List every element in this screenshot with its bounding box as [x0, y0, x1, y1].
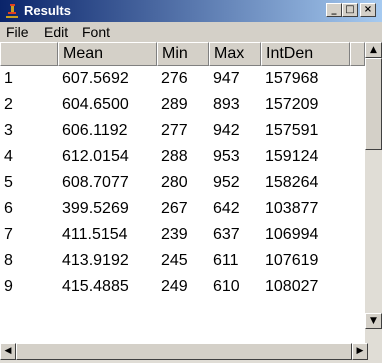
menu-file[interactable]: File — [6, 24, 29, 40]
maximize-button[interactable]: □ — [342, 3, 358, 17]
row-number: 8 — [4, 252, 13, 269]
cell-mean: 604.6500 — [62, 96, 129, 113]
minimize-icon: _ — [331, 4, 337, 15]
cell-mean: 415.4885 — [62, 278, 129, 295]
horizontal-scrollbar[interactable]: ◀ ▶ — [0, 343, 382, 363]
row-number: 6 — [4, 200, 13, 217]
scroll-up-button[interactable]: ▲ — [365, 42, 382, 58]
close-icon: × — [363, 4, 373, 15]
cell-mean: 411.5154 — [62, 226, 128, 243]
cell-intden: 158264 — [265, 174, 319, 191]
cell-intden: 157968 — [265, 70, 319, 87]
cell-mean: 607.5692 — [62, 70, 129, 87]
menu-bar: File Edit Font — [0, 22, 382, 42]
cell-mean: 612.0154 — [62, 148, 129, 165]
header-mean[interactable]: Mean — [58, 42, 157, 66]
table-row[interactable]: 2 604.6500 289 893 157209 — [0, 92, 365, 118]
row-number: 3 — [4, 122, 13, 139]
header-max[interactable]: Max — [209, 42, 261, 66]
header-row-number[interactable] — [0, 42, 58, 66]
vertical-scroll-thumb[interactable] — [365, 58, 382, 150]
cell-max: 642 — [213, 200, 240, 217]
header-filler — [350, 42, 365, 66]
scroll-right-button[interactable]: ▶ — [352, 343, 368, 360]
table-row[interactable]: 1 607.5692 276 947 157968 — [0, 66, 365, 92]
cell-max: 952 — [213, 174, 240, 191]
cell-min: 288 — [161, 148, 188, 165]
menu-font[interactable]: Font — [82, 24, 110, 40]
cell-mean: 399.5269 — [62, 200, 129, 217]
table-row[interactable]: 4 612.0154 288 953 159124 — [0, 144, 365, 170]
arrow-up-icon: ▲ — [370, 45, 377, 55]
cell-max: 893 — [213, 96, 240, 113]
cell-intden: 103877 — [265, 200, 319, 217]
minimize-button[interactable]: _ — [326, 3, 342, 17]
arrow-right-icon: ▶ — [356, 346, 364, 356]
cell-min: 289 — [161, 96, 188, 113]
cell-intden: 157591 — [265, 122, 319, 139]
cell-intden: 159124 — [265, 148, 319, 165]
cell-intden: 106994 — [265, 226, 319, 243]
scroll-down-button[interactable]: ▼ — [365, 313, 382, 329]
vertical-scrollbar[interactable]: ▲ ▼ — [365, 42, 382, 343]
horizontal-scroll-thumb[interactable] — [16, 343, 352, 360]
cell-mean: 413.9192 — [62, 252, 129, 269]
cell-max: 947 — [213, 70, 240, 87]
microscope-icon — [6, 4, 18, 18]
row-number: 1 — [4, 70, 13, 87]
header-min[interactable]: Min — [157, 42, 209, 66]
cell-intden: 107619 — [265, 252, 319, 269]
row-number: 9 — [4, 278, 13, 295]
cell-min: 280 — [161, 174, 188, 191]
cell-mean: 608.7077 — [62, 174, 129, 191]
cell-max: 610 — [213, 278, 240, 295]
row-number: 7 — [4, 226, 13, 243]
close-button[interactable]: × — [360, 3, 376, 17]
header-intden[interactable]: IntDen — [261, 42, 350, 66]
results-table[interactable]: Mean Min Max IntDen 1 607.5692 276 947 1… — [0, 42, 365, 343]
results-window: Results _ □ × File Edit Font Mean Min Ma… — [0, 0, 382, 363]
window-title: Results — [24, 3, 71, 18]
cell-intden: 157209 — [265, 96, 319, 113]
table-row[interactable]: 7 411.5154 239 637 106994 — [0, 222, 365, 248]
table-row[interactable]: 3 606.1192 277 942 157591 — [0, 118, 365, 144]
cell-min: 245 — [161, 252, 188, 269]
cell-min: 267 — [161, 200, 188, 217]
title-bar[interactable]: Results _ □ × — [0, 0, 382, 22]
maximize-icon: □ — [345, 4, 355, 15]
cell-intden: 108027 — [265, 278, 319, 295]
cell-max: 953 — [213, 148, 240, 165]
table-row[interactable]: 8 413.9192 245 611 107619 — [0, 248, 365, 274]
cell-max: 611 — [213, 252, 239, 269]
row-number: 2 — [4, 96, 13, 113]
row-number: 5 — [4, 174, 13, 191]
scroll-left-button[interactable]: ◀ — [0, 343, 16, 360]
row-number: 4 — [4, 148, 13, 165]
cell-max: 942 — [213, 122, 240, 139]
cell-min: 239 — [161, 226, 188, 243]
table-row[interactable]: 6 399.5269 267 642 103877 — [0, 196, 365, 222]
arrow-down-icon: ▼ — [370, 316, 377, 326]
table-row[interactable]: 9 415.4885 249 610 108027 — [0, 274, 365, 300]
table-row[interactable]: 5 608.7077 280 952 158264 — [0, 170, 365, 196]
cell-min: 249 — [161, 278, 188, 295]
cell-min: 276 — [161, 70, 188, 87]
menu-edit[interactable]: Edit — [44, 24, 68, 40]
arrow-left-icon: ◀ — [4, 346, 12, 356]
cell-max: 637 — [213, 226, 240, 243]
cell-min: 277 — [161, 122, 188, 139]
cell-mean: 606.1192 — [62, 122, 128, 139]
